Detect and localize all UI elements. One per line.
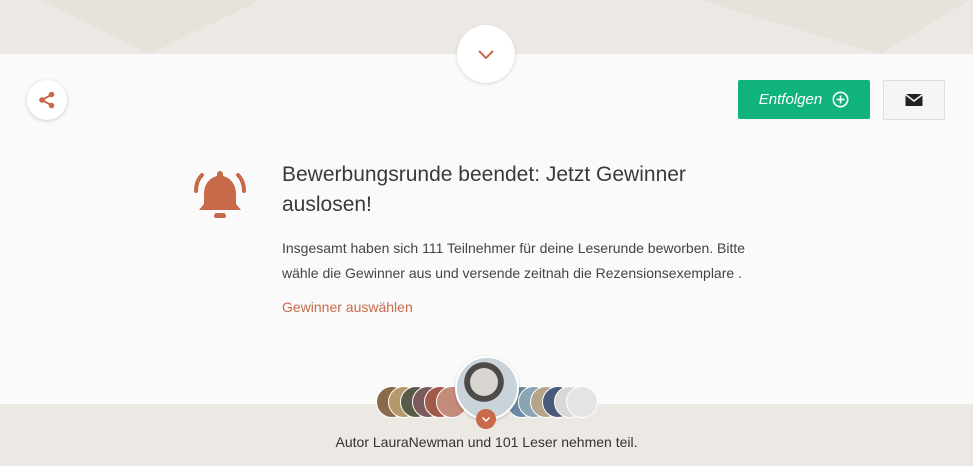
chevron-down-icon bbox=[478, 50, 494, 60]
select-winners-link[interactable]: Gewinner auswählen bbox=[282, 299, 413, 315]
avatar[interactable] bbox=[566, 386, 598, 418]
bell-ringing-icon bbox=[194, 171, 246, 218]
envelope-icon bbox=[905, 93, 923, 106]
unfollow-label: Entfolgen bbox=[758, 91, 823, 108]
share-button[interactable] bbox=[27, 80, 67, 120]
chevron-down-icon bbox=[481, 416, 491, 422]
plus-circle-icon bbox=[832, 91, 849, 108]
share-icon bbox=[39, 91, 55, 109]
notice-title: Bewerbungsrunde beendet: Jetzt Gewinner … bbox=[282, 163, 686, 216]
expand-participants-button[interactable] bbox=[476, 409, 496, 429]
collapse-button[interactable] bbox=[457, 25, 515, 83]
unfollow-button[interactable]: Entfolgen bbox=[738, 80, 870, 119]
message-button[interactable] bbox=[883, 80, 945, 120]
notice-description: Insgesamt haben sich 111 Teilnehmer für … bbox=[282, 240, 746, 281]
participants-summary: Autor LauraNewman und 101 Leser nehmen t… bbox=[335, 434, 638, 450]
background-decoration bbox=[700, 0, 970, 54]
background-decoration bbox=[40, 0, 260, 54]
